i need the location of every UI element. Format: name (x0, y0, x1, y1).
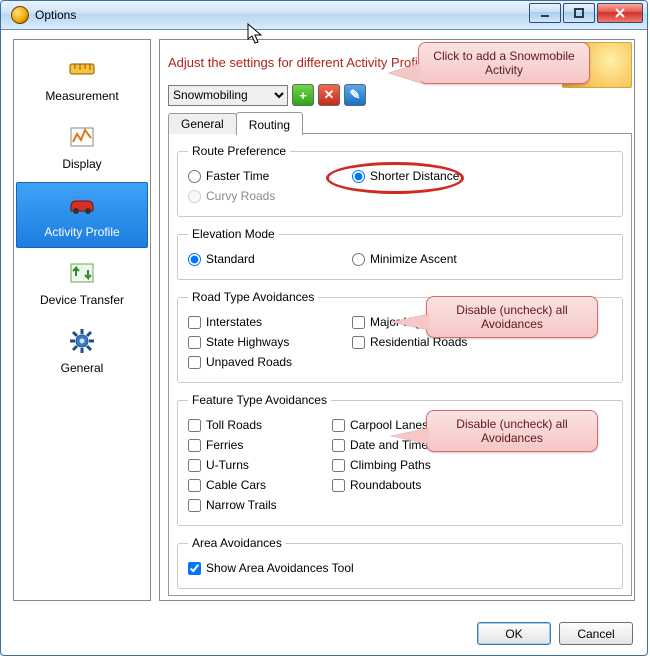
route-preference-group: Route Preference Faster Time Shorter Dis… (177, 144, 623, 217)
group-legend: Feature Type Avoidances (188, 393, 331, 407)
routing-tab-body: Route Preference Faster Time Shorter Dis… (168, 133, 632, 596)
group-legend: Road Type Avoidances (188, 290, 318, 304)
ok-button[interactable]: OK (477, 622, 551, 645)
minimize-button[interactable] (529, 3, 561, 23)
sidebar-item-label: Measurement (19, 89, 145, 103)
annotation-callout-feature: Disable (uncheck) all Avoidances (426, 410, 598, 452)
check-ferries[interactable]: Ferries (188, 438, 308, 452)
annotation-callout-add: Click to add a Snowmobile Activity (418, 42, 590, 84)
options-window: Options Measurement Display Activity Pro… (0, 0, 648, 656)
group-legend: Elevation Mode (188, 227, 279, 241)
radio-faster-time[interactable]: Faster Time (188, 169, 328, 183)
annotation-callout-road: Disable (uncheck) all Avoidances (426, 296, 598, 338)
sidebar-item-general[interactable]: General (16, 318, 148, 384)
check-roundabouts[interactable]: Roundabouts (332, 478, 472, 492)
radio-standard[interactable]: Standard (188, 252, 328, 266)
gear-icon (66, 325, 98, 357)
transfer-icon (66, 257, 98, 289)
routing-scroll[interactable]: Route Preference Faster Time Shorter Dis… (169, 134, 631, 595)
edit-profile-button[interactable]: ✎ (344, 84, 366, 106)
sidebar-item-label: Device Transfer (19, 293, 145, 307)
sidebar: Measurement Display Activity Profile Dev… (13, 39, 151, 601)
radio-curvy-roads: Curvy Roads (188, 189, 328, 203)
sidebar-item-activity-profile[interactable]: Activity Profile (16, 182, 148, 248)
close-button[interactable] (597, 3, 643, 23)
group-legend: Area Avoidances (188, 536, 286, 550)
main-panel: Adjust the settings for different Activi… (159, 39, 635, 601)
add-profile-button[interactable]: + (292, 84, 314, 106)
dialog-buttons: OK Cancel (477, 622, 633, 645)
sidebar-item-label: General (19, 361, 145, 375)
group-legend: Route Preference (188, 144, 290, 158)
sidebar-item-device-transfer[interactable]: Device Transfer (16, 250, 148, 316)
check-state-highways[interactable]: State Highways (188, 335, 328, 349)
check-narrow-trails[interactable]: Narrow Trails (188, 498, 328, 512)
window-title: Options (35, 8, 76, 22)
tab-routing[interactable]: Routing (236, 112, 303, 135)
elevation-mode-group: Elevation Mode Standard Minimize Ascent (177, 227, 623, 280)
display-icon (66, 121, 98, 153)
titlebar: Options (1, 1, 647, 30)
ruler-icon (66, 53, 98, 85)
car-icon (66, 189, 98, 221)
check-interstates[interactable]: Interstates (188, 315, 328, 329)
radio-shorter-distance[interactable]: Shorter Distance (352, 169, 492, 183)
tab-general[interactable]: General (168, 113, 237, 134)
sidebar-item-display[interactable]: Display (16, 114, 148, 180)
activity-select[interactable]: Snowmobiling (168, 85, 288, 106)
sidebar-item-label: Display (19, 157, 145, 171)
check-cable-cars[interactable]: Cable Cars (188, 478, 308, 492)
app-icon (11, 6, 29, 24)
check-toll-roads[interactable]: Toll Roads (188, 418, 308, 432)
sidebar-item-measurement[interactable]: Measurement (16, 46, 148, 112)
sidebar-item-label: Activity Profile (19, 225, 145, 239)
tabstrip: General Routing (168, 112, 632, 134)
area-avoidances-group: Area Avoidances Show Area Avoidances Too… (177, 536, 623, 589)
radio-minimize-ascent[interactable]: Minimize Ascent (352, 252, 492, 266)
check-climbing-paths[interactable]: Climbing Paths (332, 458, 472, 472)
delete-profile-button[interactable]: ✕ (318, 84, 340, 106)
maximize-button[interactable] (563, 3, 595, 23)
check-unpaved-roads[interactable]: Unpaved Roads (188, 355, 328, 369)
check-show-area-tool[interactable]: Show Area Avoidances Tool (188, 561, 612, 575)
check-uturns[interactable]: U-Turns (188, 458, 308, 472)
cancel-button[interactable]: Cancel (559, 622, 633, 645)
